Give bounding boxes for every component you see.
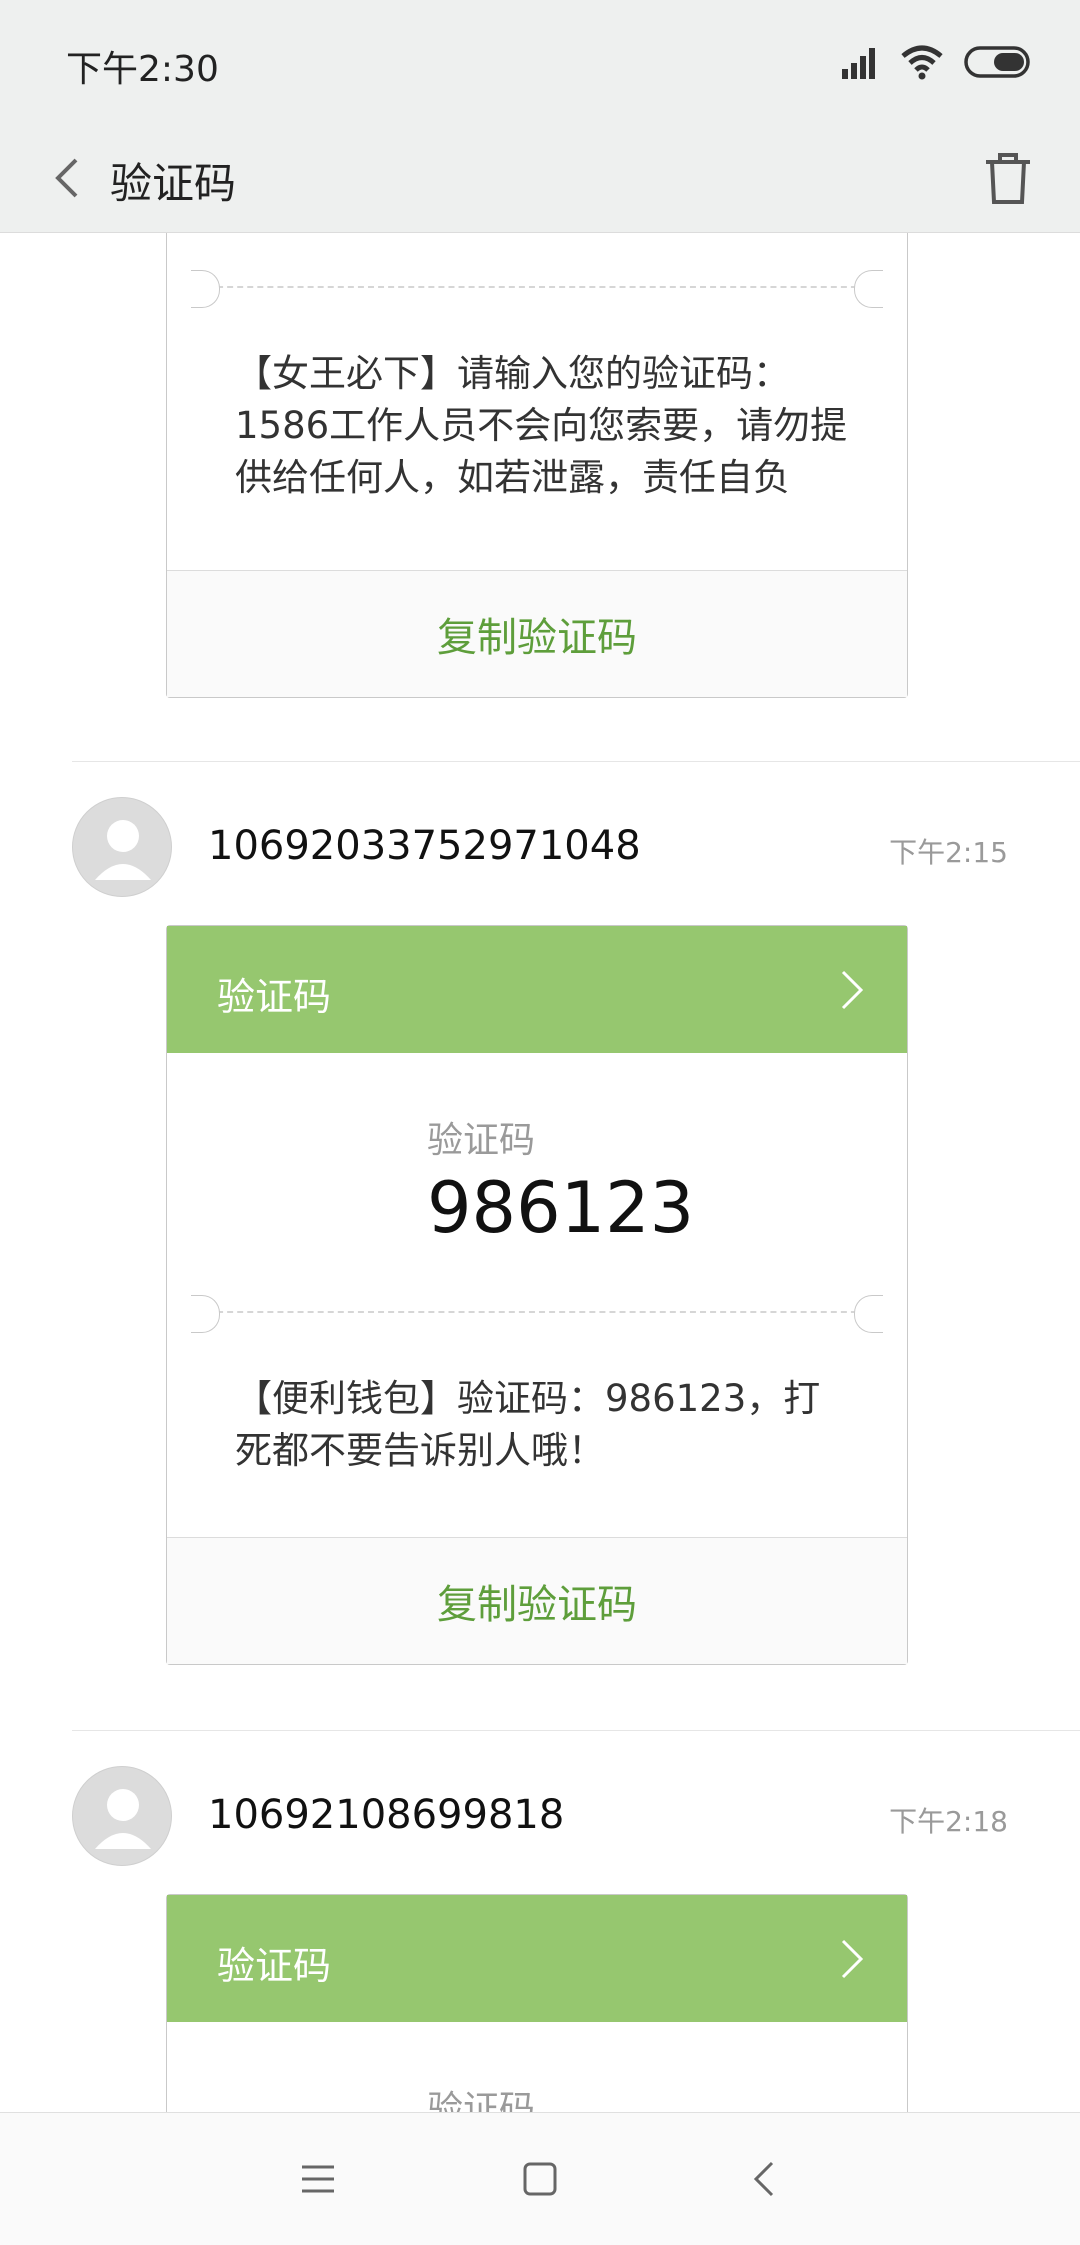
nav-back-icon[interactable] (736, 2149, 796, 2209)
message-body: 【女王必下】请输入您的验证码：1586工作人员不会向您索要，请勿提供给任何人，如… (235, 352, 848, 499)
otp-card: 【女王必下】请输入您的验证码：1586工作人员不会向您索要，请勿提供给任何人，如… (166, 233, 908, 698)
status-bar: 下午2:30 (0, 0, 1080, 124)
verification-code[interactable]: 986123 (427, 1167, 694, 1249)
card-perforation (191, 1295, 883, 1333)
divider (72, 1730, 1080, 1731)
status-icons (840, 42, 1034, 82)
home-icon[interactable] (510, 2149, 570, 2209)
card-title: 验证码 (217, 975, 332, 1019)
message-header: 10692108699818 下午2:18 (72, 1766, 1008, 1866)
app-header: 验证码 (0, 124, 1080, 233)
avatar[interactable] (72, 1766, 172, 1866)
card-header[interactable]: 验证码 (167, 1895, 907, 2022)
copy-code-button[interactable]: 复制验证码 (167, 570, 907, 697)
message-list[interactable]: 【女王必下】请输入您的验证码：1586工作人员不会向您索要，请勿提供给任何人，如… (0, 233, 1080, 2113)
card-header[interactable]: 验证码 (167, 926, 907, 1053)
code-label: 验证码 (427, 2089, 536, 2113)
menu-icon[interactable] (288, 2149, 348, 2209)
otp-card: 验证码 验证码 986123 【便利钱包】验证码：986123，打死都不要告诉别… (166, 925, 908, 1665)
back-icon[interactable] (40, 148, 100, 208)
person-icon (95, 1789, 151, 1849)
divider (72, 761, 1080, 762)
person-icon (95, 820, 151, 880)
battery-icon (964, 46, 1030, 78)
sender-number: 10692033752971048 (208, 823, 641, 869)
system-nav-bar (0, 2112, 1080, 2245)
card-title: 验证码 (217, 1944, 332, 1988)
code-label: 验证码 (427, 1120, 536, 1161)
message-body: 【便利钱包】验证码：986123，打死都不要告诉别人哦！ (235, 1377, 821, 1472)
otp-card: 验证码 验证码 (166, 1894, 908, 2113)
message-time: 下午2:18 (889, 1805, 1008, 1838)
status-time: 下午2:30 (66, 49, 219, 90)
copy-code-button[interactable]: 复制验证码 (167, 1537, 907, 1664)
avatar[interactable] (72, 797, 172, 897)
signal-icon (842, 48, 875, 79)
card-perforation (191, 270, 883, 308)
chevron-right-icon (841, 970, 864, 1010)
message-header: 10692033752971048 下午2:15 (72, 797, 1008, 897)
message-time: 下午2:15 (889, 836, 1008, 869)
sender-number: 10692108699818 (208, 1792, 565, 1838)
code-area: 验证码 986123 (167, 1053, 907, 1311)
page-title: 验证码 (110, 159, 237, 208)
code-area (167, 233, 907, 286)
code-area: 验证码 (167, 2022, 907, 2113)
chevron-right-icon (841, 1939, 864, 1979)
wifi-icon (901, 45, 943, 80)
trash-icon[interactable] (976, 146, 1040, 210)
